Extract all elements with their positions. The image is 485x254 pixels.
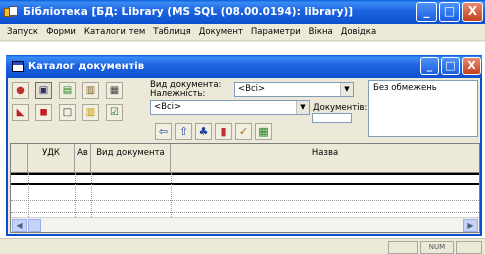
menu-item-table[interactable]: Таблиця — [149, 27, 195, 37]
child-window-title: Каталог документів — [28, 61, 145, 72]
child-title-bar[interactable]: Каталог документів _ □ X — [6, 55, 482, 78]
checklist-icon[interactable]: ☑ — [106, 104, 123, 121]
table-view-icon[interactable]: ▦ — [255, 123, 272, 140]
scroll-thumb[interactable] — [28, 219, 41, 232]
app-title: Бібліотека [БД: Library (MS SQL (08.00.0… — [23, 6, 354, 18]
menu-item-parameters[interactable]: Параметри — [247, 27, 305, 37]
minimize-button[interactable]: _ — [416, 2, 437, 22]
restriction-box: Без обмежень — [368, 80, 478, 137]
table-row[interactable] — [11, 173, 479, 185]
child-minimize-button[interactable]: _ — [420, 57, 439, 75]
column-title[interactable]: Назва — [171, 144, 479, 173]
grid-divider — [171, 173, 172, 217]
grid-divider — [28, 173, 29, 217]
belongs-label: Належність: — [150, 89, 206, 99]
documents-count-field — [312, 113, 352, 123]
scroll-right-icon[interactable]: ▶ — [463, 219, 478, 232]
navigation-toolbar: ⇦ ⇧ ♣ ▮ ✓ ▦ — [155, 123, 272, 140]
export-icon[interactable]: ▥ — [82, 82, 99, 99]
menu-item-document[interactable]: Документ — [195, 27, 247, 37]
document-grid[interactable]: УДК Ав Вид документа Назва ◀ ▶ — [10, 143, 480, 233]
document-catalog-window: Каталог документів _ □ X ● ▣ ▤ ▥ ▦ ◣ ◼ □… — [6, 55, 482, 236]
belongs-select[interactable]: <Всі> ▼ — [150, 100, 310, 115]
belongs-value: <Всі> — [154, 102, 182, 112]
check-icon[interactable]: ✓ — [235, 123, 252, 140]
copy-doc-icon[interactable]: ▤ — [59, 82, 76, 99]
doc-type-select[interactable]: <Всі> ▼ — [234, 82, 354, 97]
status-bar: NUM — [0, 238, 485, 254]
documents-count-label: Документів: — [313, 103, 368, 113]
status-panel — [456, 241, 482, 254]
columns-icon[interactable]: ▥ — [82, 104, 99, 121]
filter-doc-icon[interactable]: ◼ — [35, 104, 52, 121]
doc-type-value: <Всі> — [238, 84, 266, 94]
refresh-doc-icon[interactable]: ● — [12, 82, 29, 99]
grid-header: УДК Ав Вид документа Назва — [11, 144, 479, 173]
card-icon[interactable]: ▮ — [215, 123, 232, 140]
num-lock-indicator: NUM — [420, 241, 454, 254]
table-row[interactable] — [11, 189, 479, 201]
catalog-window-icon — [12, 61, 24, 72]
app-books-icon — [4, 6, 19, 18]
status-panel — [388, 241, 418, 254]
chevron-down-icon[interactable]: ▼ — [296, 101, 309, 114]
menu-item-help[interactable]: Довідка — [337, 27, 380, 37]
grid-divider — [75, 173, 76, 217]
delete-doc-icon[interactable]: ◣ — [12, 104, 29, 121]
horizontal-scrollbar[interactable]: ◀ ▶ — [11, 217, 479, 232]
back-arrow-icon[interactable]: ⇦ — [155, 123, 172, 140]
menu-item-windows[interactable]: Вікна — [305, 27, 337, 37]
tree-icon[interactable]: ♣ — [195, 123, 212, 140]
menu-item-forms[interactable]: Форми — [42, 27, 80, 37]
maximize-button[interactable]: □ — [439, 2, 460, 22]
scroll-left-icon[interactable]: ◀ — [12, 219, 27, 232]
column-udk[interactable]: УДК — [28, 144, 75, 173]
print-icon[interactable]: ▣ — [35, 82, 52, 99]
child-close-button[interactable]: X — [462, 57, 481, 75]
table-row[interactable] — [11, 201, 479, 213]
grid-corner — [11, 144, 28, 173]
menu-item-topic-catalogs[interactable]: Каталоги тем — [80, 27, 149, 37]
column-author[interactable]: Ав — [75, 144, 91, 173]
new-doc-icon[interactable]: □ — [59, 104, 76, 121]
form-view-icon[interactable]: ▦ — [106, 82, 123, 99]
up-arrow-icon[interactable]: ⇧ — [175, 123, 192, 140]
column-doc-type[interactable]: Вид документа — [91, 144, 171, 173]
close-button[interactable]: X — [462, 2, 483, 22]
menu-bar: Запуск Форми Каталоги тем Таблиця Докуме… — [0, 24, 485, 41]
child-maximize-button[interactable]: □ — [441, 57, 460, 75]
menu-item-launch[interactable]: Запуск — [3, 27, 42, 37]
app-title-bar[interactable]: Бібліотека [БД: Library (MS SQL (08.00.0… — [0, 0, 485, 24]
grid-divider — [91, 173, 92, 217]
chevron-down-icon[interactable]: ▼ — [340, 83, 353, 96]
document-toolbar: ● ▣ ▤ ▥ ▦ ◣ ◼ □ ▥ ☑ — [12, 82, 150, 127]
